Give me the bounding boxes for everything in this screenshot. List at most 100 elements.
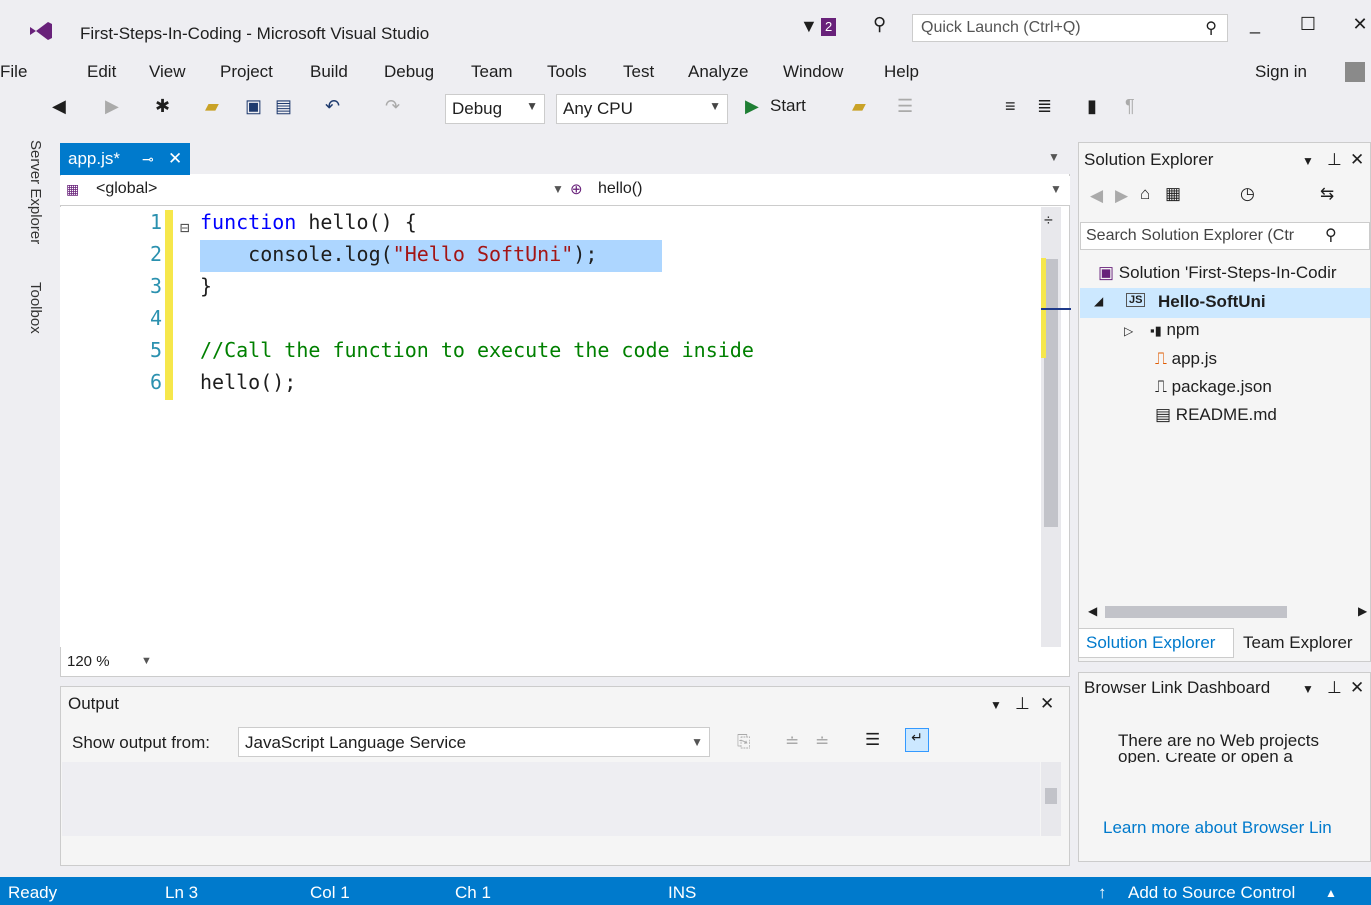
uncomment-icon[interactable]: ≣ <box>1037 96 1052 117</box>
chevron-down-icon[interactable]: ▼ <box>990 698 1002 712</box>
find-message-icon[interactable]: ⎘ <box>737 732 751 752</box>
menu-test[interactable]: Test <box>623 62 654 82</box>
forward-icon[interactable]: ▶ <box>1115 186 1128 206</box>
tree-item-project[interactable]: ◢ JS Hello-SoftUni <box>1080 288 1370 318</box>
notification-badge[interactable]: 2 <box>821 18 837 36</box>
redo-icon[interactable]: ↷ <box>385 96 400 117</box>
code-editor[interactable] <box>60 207 1040 647</box>
pin-icon[interactable]: ⊥ <box>1327 150 1342 170</box>
menu-edit[interactable]: Edit <box>87 62 116 82</box>
pin-icon[interactable]: ⊸ <box>142 151 154 168</box>
save-all-icon[interactable]: ▤ <box>275 96 292 117</box>
member-select[interactable]: hello() <box>598 180 642 198</box>
tab-list-dropdown-icon[interactable]: ▼ <box>1048 150 1060 164</box>
platform-select[interactable]: Any CPU ▼ <box>556 94 728 124</box>
sign-in-link[interactable]: Sign in <box>1255 62 1307 82</box>
chevron-down-icon: ▼ <box>552 182 564 196</box>
open-file-icon[interactable]: ▰ <box>205 96 219 117</box>
output-source-select[interactable]: JavaScript Language Service ▼ <box>238 727 710 757</box>
pin-icon[interactable]: ⊥ <box>1015 694 1030 714</box>
zoom-select[interactable]: 120 % ▼ <box>63 651 153 675</box>
tree-item-package-json[interactable]: ⎍ package.json <box>1155 377 1272 397</box>
scroll-left-icon[interactable]: ◀ <box>1088 604 1097 618</box>
menu-window[interactable]: Window <box>783 62 843 82</box>
comment-icon[interactable]: ≡ <box>1005 96 1016 117</box>
maximize-button[interactable]: ☐ <box>1293 14 1323 35</box>
browser-link-icon[interactable]: ▰ <box>852 96 866 117</box>
close-button[interactable]: ✕ <box>1345 14 1371 35</box>
back-icon[interactable]: ◀ <box>1090 186 1103 206</box>
scope-select[interactable]: <global> <box>96 180 157 198</box>
home-icon[interactable]: ⌂ <box>1140 184 1150 204</box>
tree-item-readme[interactable]: ▤ README.md <box>1155 405 1277 425</box>
bookmark-icon[interactable]: ▮ <box>1087 96 1097 117</box>
horizontal-scrollbar[interactable]: ◀ ▶ <box>1080 604 1370 622</box>
undo-icon[interactable]: ↶ <box>325 96 340 117</box>
tab-solution-explorer[interactable]: Solution Explorer <box>1086 633 1215 653</box>
code-token: hello(); <box>200 370 297 394</box>
server-explorer-tab[interactable]: Server Explorer <box>27 140 44 244</box>
split-icon[interactable]: ÷ <box>1044 212 1053 230</box>
menu-help[interactable]: Help <box>884 62 919 82</box>
menu-build[interactable]: Build <box>310 62 348 82</box>
chevron-up-icon[interactable]: ▲ <box>1325 886 1337 900</box>
configuration-select[interactable]: Debug ▼ <box>445 94 545 124</box>
solution-search-input[interactable]: Search Solution Explorer (Ctr ⚲ <box>1080 222 1370 250</box>
menu-project[interactable]: Project <box>220 62 273 82</box>
close-icon[interactable]: ✕ <box>1350 678 1364 698</box>
word-wrap-icon[interactable]: ↵ <box>905 728 929 752</box>
toolbox-tab[interactable]: Toolbox <box>27 282 44 334</box>
menu-analyze[interactable]: Analyze <box>688 62 748 82</box>
minimize-button[interactable]: _ <box>1240 14 1270 35</box>
menu-debug[interactable]: Debug <box>384 62 434 82</box>
menu-view[interactable]: View <box>149 62 186 82</box>
close-icon[interactable]: ✕ <box>1350 150 1364 170</box>
quick-launch-input[interactable]: Quick Launch (Ctrl+Q) ⚲ <box>912 14 1228 42</box>
search-icon: ⚲ <box>1205 20 1217 37</box>
tree-item-app-js[interactable]: ⎍ app.js <box>1155 349 1217 369</box>
output-scrollbar[interactable] <box>1041 762 1061 836</box>
expand-icon[interactable]: ◢ <box>1094 294 1103 308</box>
close-tab-icon[interactable]: ✕ <box>168 149 182 169</box>
output-text-area[interactable] <box>62 762 1040 836</box>
scrollbar-thumb[interactable] <box>1045 788 1057 804</box>
sync-icon[interactable]: ⇆ <box>1320 184 1334 204</box>
add-to-source-control-button[interactable]: Add to Source Control <box>1128 883 1295 903</box>
start-icon[interactable]: ▶ <box>745 96 759 117</box>
code-line: hello(); <box>200 370 296 394</box>
clear-all-icon[interactable]: ☰ <box>865 730 880 750</box>
show-output-from-label: Show output from: <box>72 733 210 752</box>
previous-message-icon[interactable]: ≐ <box>785 732 799 752</box>
account-icon[interactable] <box>1345 62 1365 82</box>
next-bookmark-icon[interactable]: ¶ <box>1125 96 1135 117</box>
chevron-down-icon[interactable]: ▼ <box>1302 154 1314 168</box>
next-message-icon[interactable]: ≐ <box>815 732 829 752</box>
feedback-icon[interactable]: ⚲ <box>873 14 886 35</box>
scroll-right-icon[interactable]: ▶ <box>1358 604 1367 618</box>
scrollbar-thumb[interactable] <box>1044 259 1058 527</box>
scrollbar-thumb[interactable] <box>1105 606 1287 618</box>
chevron-down-icon[interactable]: ▼ <box>1302 682 1314 696</box>
menu-tools[interactable]: Tools <box>547 62 587 82</box>
tree-item-solution[interactable]: ▣ Solution 'First-Steps-In-Codir <box>1098 263 1337 283</box>
filter-icon[interactable]: ▼ <box>800 16 818 37</box>
forward-icon[interactable]: ▶ <box>105 96 119 117</box>
pin-icon[interactable]: ⊥ <box>1327 678 1342 698</box>
start-button[interactable]: Start <box>770 96 806 116</box>
menu-team[interactable]: Team <box>471 62 513 82</box>
collapse-icon[interactable]: ⊟ <box>180 218 190 237</box>
close-icon[interactable]: ✕ <box>1040 694 1054 714</box>
save-icon[interactable]: ▣ <box>245 96 262 117</box>
back-icon[interactable]: ◀ <box>52 96 66 117</box>
step-icon[interactable]: ☰ <box>897 96 913 117</box>
tree-item-npm[interactable]: ▷ ▪▮ npm <box>1124 320 1200 340</box>
pending-changes-icon[interactable]: ◷ <box>1240 184 1255 204</box>
switch-views-icon[interactable]: ▦ <box>1165 184 1181 204</box>
tab-team-explorer[interactable]: Team Explorer <box>1243 633 1353 653</box>
new-item-icon[interactable]: ✱ <box>155 96 170 117</box>
browser-link-learn-more[interactable]: Learn more about Browser Lin <box>1103 818 1332 838</box>
tab-app-js[interactable]: app.js* ⊸ ✕ <box>60 143 190 175</box>
status-mode: INS <box>668 883 697 902</box>
menu-file[interactable]: File <box>0 62 27 82</box>
chevron-down-icon: ▼ <box>691 735 703 749</box>
